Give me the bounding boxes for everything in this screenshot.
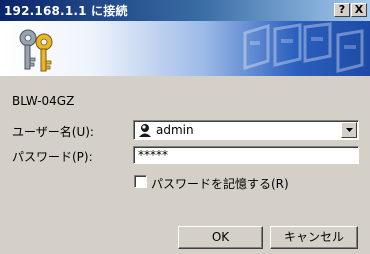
username-dropdown-button[interactable]: [341, 122, 357, 138]
username-combobox[interactable]: admin: [133, 120, 359, 140]
connect-dialog: 192.168.1.1 に接続 ? X BLW-04GZ ユーザー名(U): a…: [0, 0, 370, 254]
remember-password-checkbox[interactable]: [134, 175, 147, 188]
cancel-button[interactable]: キャンセル: [270, 226, 358, 249]
username-label: ユーザー名(U):: [12, 125, 94, 139]
chevron-down-icon: [346, 128, 353, 132]
ok-button[interactable]: OK: [178, 226, 263, 249]
remember-password-label[interactable]: パスワードを記憶する(R): [151, 175, 289, 192]
user-icon: [139, 124, 151, 137]
title-bar[interactable]: 192.168.1.1 に接続 ? X: [0, 0, 370, 21]
username-value: admin: [156, 123, 194, 137]
password-field[interactable]: *****: [133, 146, 359, 164]
close-button[interactable]: X: [351, 3, 367, 17]
realm-label: BLW-04GZ: [12, 94, 75, 108]
dialog-title: 192.168.1.1 に接続: [4, 4, 128, 18]
keys-icon: [19, 29, 53, 72]
banner: [0, 21, 370, 76]
password-value: *****: [138, 148, 168, 162]
help-button[interactable]: ?: [334, 3, 350, 17]
password-label: パスワード(P):: [12, 150, 93, 164]
